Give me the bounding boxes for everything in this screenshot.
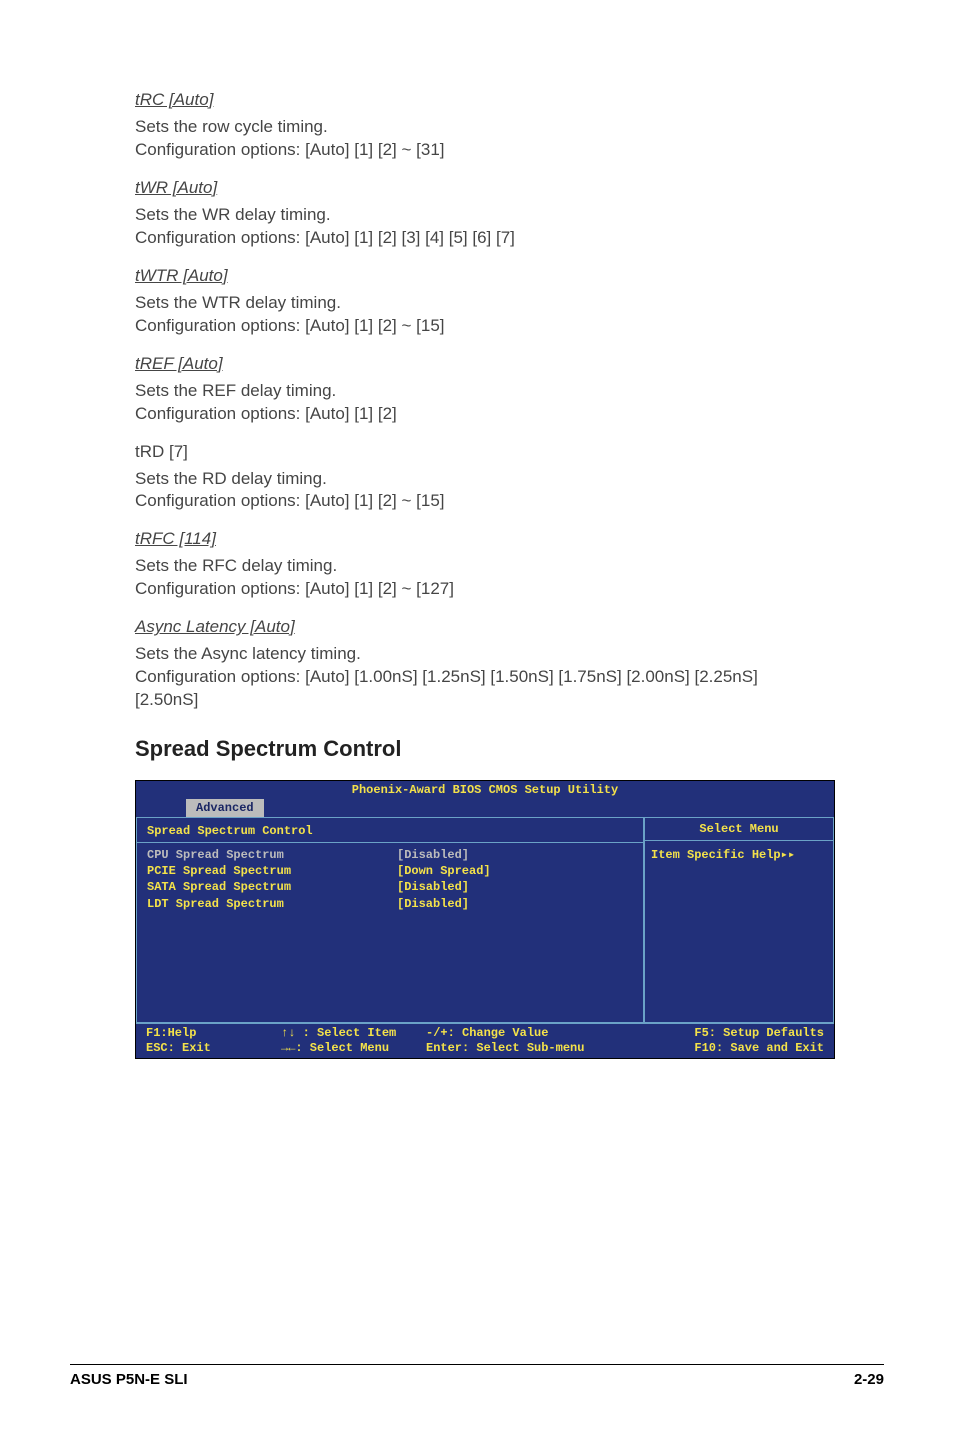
footer-product-name: ASUS P5N-E SLI bbox=[70, 1371, 188, 1388]
setting-trd: tRD [7] Sets the RD delay timing.Configu… bbox=[135, 442, 819, 514]
bios-footer-col1: F1:Help ESC: Exit bbox=[146, 1026, 281, 1056]
setting-desc: Sets the Async latency timing.Configurat… bbox=[135, 643, 819, 712]
bios-row-label: PCIE Spread Spectrum bbox=[147, 863, 397, 879]
setting-desc: Sets the REF delay timing.Configuration … bbox=[135, 380, 819, 426]
bios-footer: F1:Help ESC: Exit ↑↓ : Select Item →←: S… bbox=[136, 1023, 834, 1058]
bios-tab-advanced[interactable]: Advanced bbox=[186, 799, 264, 817]
setting-desc: Sets the WR delay timing.Configuration o… bbox=[135, 204, 819, 250]
page-content: tRC [Auto] Sets the row cycle timing.Con… bbox=[0, 0, 954, 1059]
bios-row-label: LDT Spread Spectrum bbox=[147, 896, 397, 912]
setting-title: tREF [Auto] bbox=[135, 354, 819, 374]
bios-row-cpu-spread[interactable]: CPU Spread Spectrum [Disabled] bbox=[147, 847, 633, 863]
setting-title: tRD [7] bbox=[135, 442, 819, 462]
bios-title: Phoenix-Award BIOS CMOS Setup Utility bbox=[136, 781, 834, 799]
bios-footer-col4: F5: Setup Defaults F10: Save and Exit bbox=[641, 1026, 824, 1056]
bios-select-menu-label: Select Menu bbox=[645, 818, 833, 841]
setting-desc: Sets the WTR delay timing.Configuration … bbox=[135, 292, 819, 338]
section-heading-spread-spectrum: Spread Spectrum Control bbox=[135, 736, 819, 762]
setting-title: Async Latency [Auto] bbox=[135, 617, 819, 637]
page-footer: ASUS P5N-E SLI 2-29 bbox=[0, 1364, 954, 1388]
bios-row-value: [Down Spread] bbox=[397, 863, 491, 879]
bios-row-ldt-spread[interactable]: LDT Spread Spectrum [Disabled] bbox=[147, 896, 633, 912]
bios-row-value: [Disabled] bbox=[397, 847, 469, 863]
bios-key-submenu: Enter: Select Sub-menu bbox=[426, 1041, 641, 1056]
setting-title: tRC [Auto] bbox=[135, 90, 819, 110]
bios-row-value: [Disabled] bbox=[397, 879, 469, 895]
bios-row-label: SATA Spread Spectrum bbox=[147, 879, 397, 895]
setting-title: tRFC [114] bbox=[135, 529, 819, 549]
bios-settings-list: CPU Spread Spectrum [Disabled] PCIE Spre… bbox=[137, 842, 643, 1022]
setting-desc: Sets the RD delay timing.Configuration o… bbox=[135, 468, 819, 514]
bios-key-help: F1:Help bbox=[146, 1026, 281, 1041]
bios-row-label: CPU Spread Spectrum bbox=[147, 847, 397, 863]
bios-key-defaults: F5: Setup Defaults bbox=[641, 1026, 824, 1041]
setting-desc: Sets the row cycle timing.Configuration … bbox=[135, 116, 819, 162]
bios-subheader: Spread Spectrum Control bbox=[137, 822, 643, 842]
bios-help-text: Item Specific Help▸▸ bbox=[645, 841, 833, 868]
bios-footer-col3: -/+: Change Value Enter: Select Sub-menu bbox=[426, 1026, 641, 1056]
bios-left-pane: Spread Spectrum Control CPU Spread Spect… bbox=[136, 817, 644, 1023]
bios-window: Phoenix-Award BIOS CMOS Setup Utility Ad… bbox=[135, 780, 835, 1059]
bios-key-change-value: -/+: Change Value bbox=[426, 1026, 641, 1041]
bios-key-exit: ESC: Exit bbox=[146, 1041, 281, 1056]
footer-page-number: 2-29 bbox=[854, 1371, 884, 1388]
setting-trc: tRC [Auto] Sets the row cycle timing.Con… bbox=[135, 90, 819, 162]
setting-trfc: tRFC [114] Sets the RFC delay timing.Con… bbox=[135, 529, 819, 601]
bios-row-value: [Disabled] bbox=[397, 896, 469, 912]
bios-tab-row: Advanced bbox=[136, 799, 834, 817]
setting-desc: Sets the RFC delay timing.Configuration … bbox=[135, 555, 819, 601]
bios-body: Spread Spectrum Control CPU Spread Spect… bbox=[136, 817, 834, 1023]
bios-key-select-item: ↑↓ : Select Item bbox=[281, 1026, 426, 1041]
bios-key-select-menu: →←: Select Menu bbox=[281, 1041, 426, 1056]
setting-title: tWTR [Auto] bbox=[135, 266, 819, 286]
bios-row-sata-spread[interactable]: SATA Spread Spectrum [Disabled] bbox=[147, 879, 633, 895]
setting-tref: tREF [Auto] Sets the REF delay timing.Co… bbox=[135, 354, 819, 426]
footer-divider bbox=[70, 1364, 884, 1365]
setting-title: tWR [Auto] bbox=[135, 178, 819, 198]
bios-footer-col2: ↑↓ : Select Item →←: Select Menu bbox=[281, 1026, 426, 1056]
bios-right-pane: Select Menu Item Specific Help▸▸ bbox=[644, 817, 834, 1023]
bios-row-pcie-spread[interactable]: PCIE Spread Spectrum [Down Spread] bbox=[147, 863, 633, 879]
bios-key-save-exit: F10: Save and Exit bbox=[641, 1041, 824, 1056]
setting-twr: tWR [Auto] Sets the WR delay timing.Conf… bbox=[135, 178, 819, 250]
setting-twtr: tWTR [Auto] Sets the WTR delay timing.Co… bbox=[135, 266, 819, 338]
setting-async-latency: Async Latency [Auto] Sets the Async late… bbox=[135, 617, 819, 712]
